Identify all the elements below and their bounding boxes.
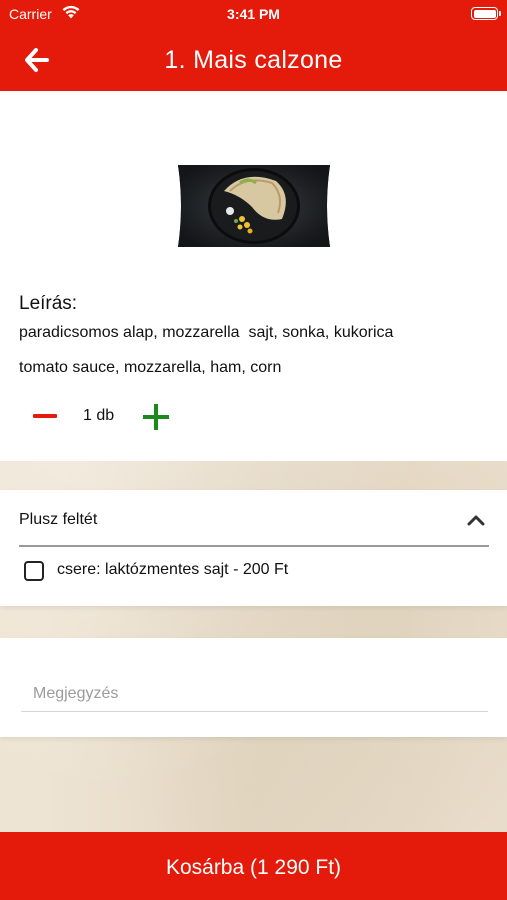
chevron-up-icon [467,515,485,526]
checkbox[interactable] [24,561,44,581]
extras-title: Plusz feltét [19,511,98,528]
add-to-cart-button[interactable]: Kosárba (1 290 Ft) [0,832,507,900]
note-input[interactable] [21,676,488,712]
battery-icon [471,7,501,20]
product-image [178,165,330,247]
divider [19,545,489,547]
page-title: 1. Mais calzone [164,46,343,74]
decrease-quantity-button[interactable] [32,404,58,428]
extra-option-label: csere: laktózmentes sajt - 200 Ft [57,561,289,578]
extra-option-lactose-free-cheese[interactable]: csere: laktózmentes sajt - 200 Ft [24,558,424,584]
add-to-cart-label: Kosárba (1 290 Ft) [165,856,342,879]
increase-quantity-button[interactable] [143,404,169,430]
note-card [0,638,507,737]
status-bar: Carrier 3:41 PM [0,0,507,28]
product-card: Leírás: paradicsomos alap, mozzarella sa… [0,91,507,461]
description-heading: Leírás: [19,293,78,314]
clock: 3:41 PM [227,6,280,22]
quantity-value: 1 db [83,407,115,424]
extras-accordion-header[interactable]: Plusz feltét [0,490,507,546]
top-bar: Carrier 3:41 PM 1. Mais calzone [0,0,507,91]
description-english: tomato sauce, mozzarella, ham, corn [19,359,282,376]
extras-card: Plusz feltét csere: laktózmentes sajt - … [0,490,507,606]
description-hungarian: paradicsomos alap, mozzarella sajt, sonk… [19,324,394,341]
